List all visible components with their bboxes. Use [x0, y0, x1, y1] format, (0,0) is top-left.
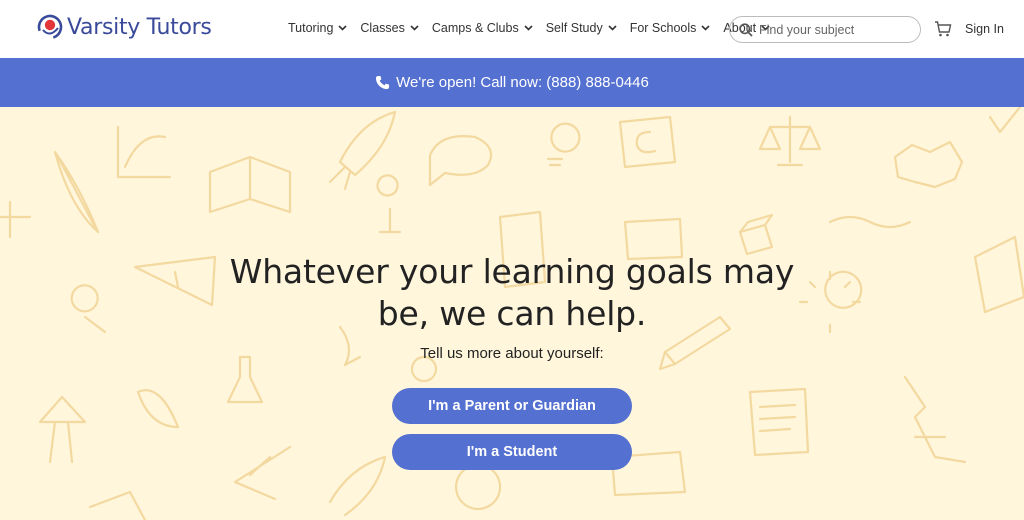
magnifier-doodle	[70, 284, 107, 334]
microscope-doodle	[903, 375, 967, 464]
book2-doodle	[973, 235, 1024, 314]
logo-text: Varsity Tutors	[67, 14, 212, 40]
globe-doodle	[454, 463, 502, 511]
cart-icon[interactable]	[934, 20, 952, 38]
nav-self-study[interactable]: Self Study	[546, 21, 617, 35]
banner-text: We're open! Call now: (888) 888-0446	[396, 74, 649, 91]
phone-icon	[376, 75, 390, 90]
box-doodle	[618, 115, 677, 169]
formula-doodle	[893, 140, 964, 189]
flask-doodle	[226, 355, 264, 404]
lamp-doodle	[38, 395, 87, 464]
nav-tutoring[interactable]: Tutoring	[288, 21, 347, 35]
nav-label: For Schools	[629, 21, 697, 35]
logo[interactable]: Varsity Tutors	[37, 14, 212, 40]
nav-camps-clubs[interactable]: Camps & Clubs	[432, 21, 533, 35]
search-input[interactable]	[759, 22, 909, 37]
check-doodle	[988, 107, 1022, 134]
nav-classes[interactable]: Classes	[360, 21, 419, 35]
cube-doodle	[738, 213, 774, 256]
parent-guardian-button[interactable]: I'm a Parent or Guardian	[392, 388, 632, 424]
search-icon	[739, 22, 753, 37]
rocket2-doodle	[328, 455, 387, 517]
logo-mark-icon	[37, 14, 63, 40]
call-banner[interactable]: We're open! Call now: (888) 888-0446	[0, 58, 1024, 107]
scale-doodle	[758, 115, 822, 167]
nav-for-schools[interactable]: For Schools	[630, 21, 711, 35]
tablet-doodle	[88, 490, 147, 520]
sign-in-link[interactable]: Sign In	[965, 22, 1004, 36]
chevron-down-icon	[410, 25, 419, 31]
headline-line-2: be, we can help.	[377, 294, 647, 333]
nav-label: Camps & Clubs	[431, 21, 519, 35]
wave-doodle	[828, 215, 912, 229]
mic-doodle	[376, 174, 402, 234]
chevron-down-icon	[608, 25, 617, 31]
book-doodle	[208, 155, 292, 214]
chart-doodle	[0, 200, 32, 239]
bulb-doodle	[546, 122, 581, 167]
scroll-doodle	[748, 387, 810, 457]
fan-doodle	[233, 445, 292, 501]
rocket-doodle	[328, 110, 397, 191]
site-header: Varsity Tutors Tutoring Classes Camps & …	[0, 0, 1024, 58]
nav-label: Tutoring	[288, 21, 334, 35]
nav-label: Classes	[360, 21, 405, 35]
graph-doodle	[116, 125, 172, 179]
leaf-doodle	[136, 389, 180, 429]
speech-doodle	[428, 135, 493, 187]
student-button[interactable]: I'm a Student	[392, 434, 632, 470]
main-nav: Tutoring Classes Camps & Clubs Self Stud…	[288, 21, 783, 35]
hero-headline: Whatever your learning goals may be, we …	[212, 251, 812, 335]
chevron-down-icon	[338, 25, 347, 31]
nav-label: Self Study	[545, 21, 603, 35]
feather-doodle	[53, 150, 100, 234]
ruler-doodle	[133, 255, 217, 307]
chevron-down-icon	[524, 25, 533, 31]
headline-line-1: Whatever your learning goals may	[229, 252, 795, 291]
hero-section: Whatever your learning goals may be, we …	[0, 107, 1024, 520]
search-box[interactable]	[729, 16, 921, 43]
hero-subheading: Tell us more about yourself:	[420, 345, 604, 362]
chevron-down-icon	[701, 25, 710, 31]
